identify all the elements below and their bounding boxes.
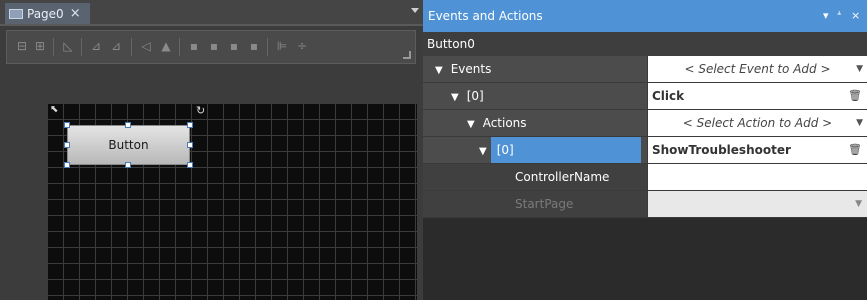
action-index-label: [0] <box>490 137 641 163</box>
bring-to-front-icon[interactable]: ▪ <box>187 39 201 53</box>
events-actions-panel: Events and Actions ▾ ᗮ × Button0 ▼ Events… <box>423 0 867 300</box>
distribute-horizontal-icon[interactable]: ⊫ <box>275 39 289 53</box>
event-index-label: [0] <box>466 89 484 103</box>
selection-handle[interactable] <box>187 142 193 148</box>
delete-event-icon[interactable]: 🗑 <box>848 83 862 109</box>
distribute-vertical-icon[interactable]: ÷ <box>295 39 309 53</box>
flip-horizontal-icon[interactable]: ◁ <box>139 39 153 53</box>
toolbar-separator <box>131 38 132 56</box>
resize-corner-icon[interactable]: ⬉ <box>50 105 60 115</box>
rotate-handle-icon[interactable]: ↻ <box>196 105 208 117</box>
action-value-cell[interactable]: ShowTroubleshooter 🗑 <box>647 137 867 163</box>
dropdown-arrow-icon[interactable]: ▼ <box>856 110 863 136</box>
controllername-label-cell[interactable]: ControllerName <box>423 164 647 190</box>
collapse-icon[interactable]: ▼ <box>479 139 487 165</box>
tab-dropdown-icon[interactable] <box>411 8 419 13</box>
pin-icon[interactable]: ᗮ <box>837 10 841 22</box>
close-tab-icon[interactable]: × <box>70 6 81 21</box>
send-backward-icon[interactable]: ▪ <box>227 39 241 53</box>
bring-forward-icon[interactable]: ▪ <box>207 39 221 53</box>
delete-action-icon[interactable]: 🗑 <box>848 137 862 163</box>
rotate-left-icon[interactable]: ⊿ <box>89 39 103 53</box>
toolbar-separator <box>267 38 268 56</box>
action-value: ShowTroubleshooter <box>652 143 791 157</box>
selected-object-name: Button0 <box>423 32 867 56</box>
flip-vertical-icon[interactable]: ▲ <box>159 39 173 53</box>
toolbar-separator <box>53 38 54 56</box>
events-label-cell[interactable]: ▼ Events <box>423 56 647 82</box>
selection-handle[interactable] <box>125 162 131 168</box>
action-item-label-cell[interactable]: ▼ [0] <box>423 137 647 163</box>
toolbar-separator <box>179 38 180 56</box>
event-item-row: ▼ [0] Click 🗑 <box>423 83 867 110</box>
event-value-cell[interactable]: Click 🗑 <box>647 83 867 109</box>
startpage-label: StartPage <box>515 197 574 211</box>
select-action-text: < Select Action to Add > <box>682 116 833 130</box>
selection-handle[interactable] <box>125 122 131 128</box>
rotate-right-icon[interactable]: ⊿ <box>109 39 123 53</box>
selection-handle[interactable] <box>64 122 70 128</box>
button0-control[interactable]: Button <box>67 125 190 165</box>
selection-handle[interactable] <box>187 162 193 168</box>
select-event-dropdown[interactable]: < Select Event to Add > ▼ <box>647 56 867 82</box>
close-panel-icon[interactable]: × <box>851 10 860 22</box>
startpage-label-cell: StartPage <box>423 191 647 217</box>
events-label: Events <box>450 62 492 76</box>
tab-page0-label: Page0 <box>27 6 64 21</box>
actions-label-cell[interactable]: ▼ Actions <box>423 110 647 136</box>
actions-label: Actions <box>482 116 527 130</box>
controllername-value-field[interactable] <box>647 164 867 190</box>
align-left-icon[interactable]: ⊟ <box>15 39 29 53</box>
align-right-icon[interactable]: ◺ <box>61 39 75 53</box>
startpage-row: StartPage ▼ <box>423 191 867 218</box>
property-grid: ▼ Events < Select Event to Add > ▼ ▼ [0] C… <box>423 56 867 218</box>
toolbar-overflow-icon[interactable] <box>403 51 411 59</box>
actions-row: ▼ Actions < Select Action to Add > ▼ <box>423 110 867 137</box>
collapse-icon[interactable]: ▼ <box>467 112 475 138</box>
startpage-dropdown: ▼ <box>647 191 867 217</box>
dropdown-arrow-icon[interactable]: ▼ <box>856 56 863 82</box>
panel-title: Events and Actions <box>428 9 543 23</box>
event-value: Click <box>652 89 685 103</box>
selection-handle[interactable] <box>64 162 70 168</box>
action-item-row: ▼ [0] ShowTroubleshooter 🗑 <box>423 137 867 164</box>
panel-menu-icon[interactable]: ▾ <box>823 10 829 22</box>
event-item-label-cell[interactable]: ▼ [0] <box>423 83 647 109</box>
selection-handle[interactable] <box>187 122 193 128</box>
collapse-icon[interactable]: ▼ <box>451 85 459 111</box>
controllername-label: ControllerName <box>515 170 610 184</box>
layout-toolbar: ⊟ ⊞ ◺ ⊿ ⊿ ◁ ▲ ▪ ▪ ▪ ▪ ⊫ ÷ <box>6 30 416 64</box>
page-icon <box>9 8 23 19</box>
panel-titlebar: Events and Actions ▾ ᗮ × <box>423 0 867 32</box>
document-tab-strip: Page0 × <box>0 0 423 26</box>
events-row: ▼ Events < Select Event to Add > ▼ <box>423 56 867 83</box>
send-to-back-icon[interactable]: ▪ <box>247 39 261 53</box>
dropdown-arrow-icon: ▼ <box>855 199 862 209</box>
collapse-icon[interactable]: ▼ <box>435 58 443 84</box>
select-event-text: < Select Event to Add > <box>684 62 831 76</box>
align-center-icon[interactable]: ⊞ <box>33 39 47 53</box>
page-designer: Page0 × ⊟ ⊞ ◺ ⊿ ⊿ ◁ ▲ ▪ ▪ ▪ ▪ ⊫ ÷ ⬉ ↻ Bu… <box>0 0 423 300</box>
selection-handle[interactable] <box>64 142 70 148</box>
controllername-row: ControllerName <box>423 164 867 191</box>
tab-page0[interactable]: Page0 × <box>5 3 90 24</box>
toolbar-separator <box>81 38 82 56</box>
select-action-dropdown[interactable]: < Select Action to Add > ▼ <box>647 110 867 136</box>
